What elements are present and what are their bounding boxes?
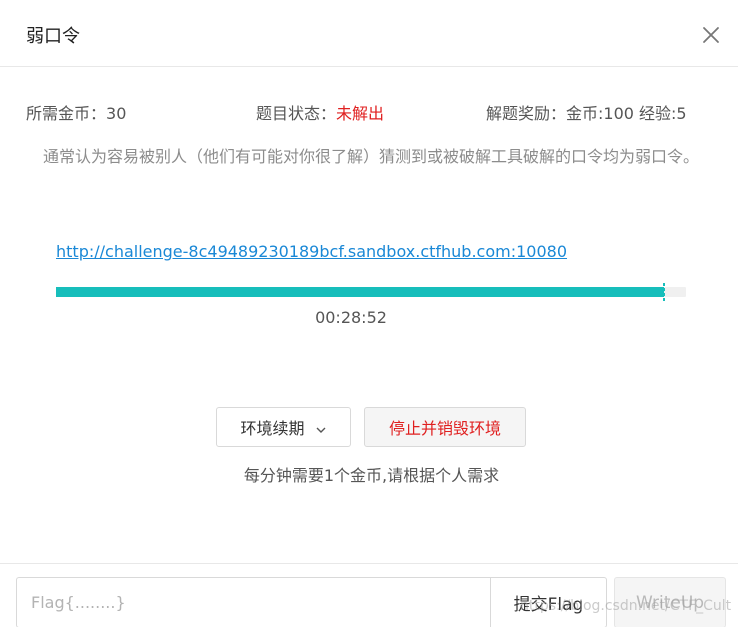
cost-note: 每分钟需要1个金币,请根据个人需求 bbox=[243, 466, 500, 485]
chevron-down-icon bbox=[315, 421, 327, 433]
dialog-header: 弱口令 bbox=[0, 0, 738, 67]
renew-label: 环境续期 bbox=[240, 419, 305, 438]
cost-label: 所需金币： bbox=[26, 104, 107, 123]
time-progress-fill bbox=[56, 287, 664, 297]
writeup-button[interactable]: WriteUp bbox=[614, 577, 726, 627]
reward-label: 解题奖励： bbox=[486, 104, 567, 123]
status-info: 题目状态：未解出 bbox=[256, 100, 384, 124]
reward-value: 金币:100 经验:5 bbox=[566, 104, 687, 123]
time-progress-bar bbox=[56, 283, 686, 301]
dialog-title: 弱口令 bbox=[26, 26, 80, 47]
challenge-description: 通常认为容易被别人（他们有可能对你很了解）猜测到或被破解工具破解的口令均为弱口令… bbox=[42, 147, 699, 166]
close-icon[interactable] bbox=[700, 24, 722, 46]
renew-environment-button[interactable]: 环境续期 bbox=[216, 407, 351, 447]
dialog-footer: 提交Flag WriteUp bbox=[0, 563, 738, 627]
status-label: 题目状态： bbox=[256, 104, 337, 123]
flag-input[interactable] bbox=[16, 577, 491, 627]
environment-url-link[interactable]: http://challenge-8c49489230189bcf.sandbo… bbox=[56, 242, 567, 261]
cost-info: 所需金币：30 bbox=[26, 100, 126, 124]
submit-flag-button[interactable]: 提交Flag bbox=[490, 577, 607, 627]
challenge-dialog: 弱口令 所需金币：30 题目状态：未解出 解题奖励：金币:100 经验:5 通常… bbox=[0, 0, 738, 627]
reward-info: 解题奖励：金币:100 经验:5 bbox=[486, 100, 687, 124]
cost-value: 30 bbox=[106, 104, 127, 123]
stop-environment-button[interactable]: 停止并销毁环境 bbox=[364, 407, 526, 447]
progress-marker bbox=[663, 283, 665, 301]
remaining-time: 00:28:52 bbox=[315, 308, 387, 327]
status-value: 未解出 bbox=[336, 104, 385, 123]
